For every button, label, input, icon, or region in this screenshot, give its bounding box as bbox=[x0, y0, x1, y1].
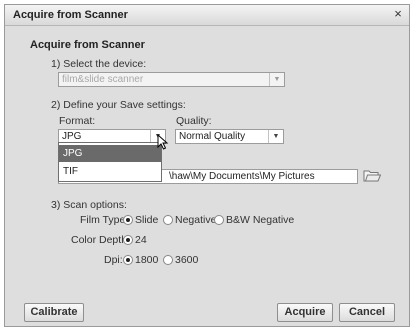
dpi-3600-label: 3600 bbox=[175, 254, 199, 266]
film-type-bw-negative-label: B&W Negative bbox=[226, 214, 295, 226]
dpi-label: Dpi: bbox=[104, 254, 123, 266]
title-bar: Acquire from Scanner × bbox=[5, 5, 409, 26]
save-path-value: \haw\My Documents\My Pictures bbox=[169, 171, 315, 182]
dpi-1800-label: 1800 bbox=[135, 254, 159, 266]
film-type-label: Film Type: bbox=[80, 214, 129, 226]
cancel-button[interactable]: Cancel bbox=[339, 303, 395, 322]
format-select-value: JPG bbox=[62, 131, 82, 142]
film-type-negative-radio[interactable] bbox=[163, 215, 173, 225]
save-settings-label: 2) Define your Save settings: bbox=[51, 99, 186, 111]
folder-icon[interactable] bbox=[363, 169, 381, 182]
film-type-bw-negative-radio[interactable] bbox=[214, 215, 224, 225]
device-label: 1) Select the device: bbox=[51, 58, 147, 70]
acquire-button[interactable]: Acquire bbox=[277, 303, 333, 322]
format-option-jpg[interactable]: JPG bbox=[59, 145, 161, 162]
calibrate-button[interactable]: Calibrate bbox=[24, 303, 84, 322]
format-dropdown-list: JPG TIF bbox=[58, 142, 162, 182]
scan-options-label: 3) Scan options: bbox=[51, 199, 127, 211]
device-select: film&slide scanner ▼ bbox=[58, 72, 285, 87]
dpi-1800-radio[interactable] bbox=[123, 255, 133, 265]
format-option-tif[interactable]: TIF bbox=[59, 163, 161, 180]
color-depth-24-label: 24 bbox=[135, 234, 147, 246]
film-type-negative-label: Negative bbox=[175, 214, 217, 226]
window-title: Acquire from Scanner bbox=[13, 9, 128, 21]
mouse-pointer-icon bbox=[157, 134, 169, 150]
dialog-heading: Acquire from Scanner bbox=[30, 39, 145, 51]
quality-select-value: Normal Quality bbox=[179, 131, 246, 142]
chevron-down-icon[interactable]: ▼ bbox=[268, 130, 283, 143]
dpi-3600-radio[interactable] bbox=[163, 255, 173, 265]
film-type-slide-label: Slide bbox=[135, 214, 159, 226]
color-depth-24-radio[interactable] bbox=[123, 235, 133, 245]
film-type-slide-radio[interactable] bbox=[123, 215, 133, 225]
quality-select[interactable]: Normal Quality ▼ bbox=[175, 129, 284, 144]
close-icon[interactable]: × bbox=[391, 7, 405, 21]
device-select-value: film&slide scanner bbox=[62, 74, 144, 85]
chevron-down-icon: ▼ bbox=[269, 73, 284, 86]
quality-label: Quality: bbox=[176, 115, 212, 127]
format-label: Format: bbox=[59, 115, 96, 127]
color-depth-label: Color Depth: bbox=[71, 234, 130, 246]
